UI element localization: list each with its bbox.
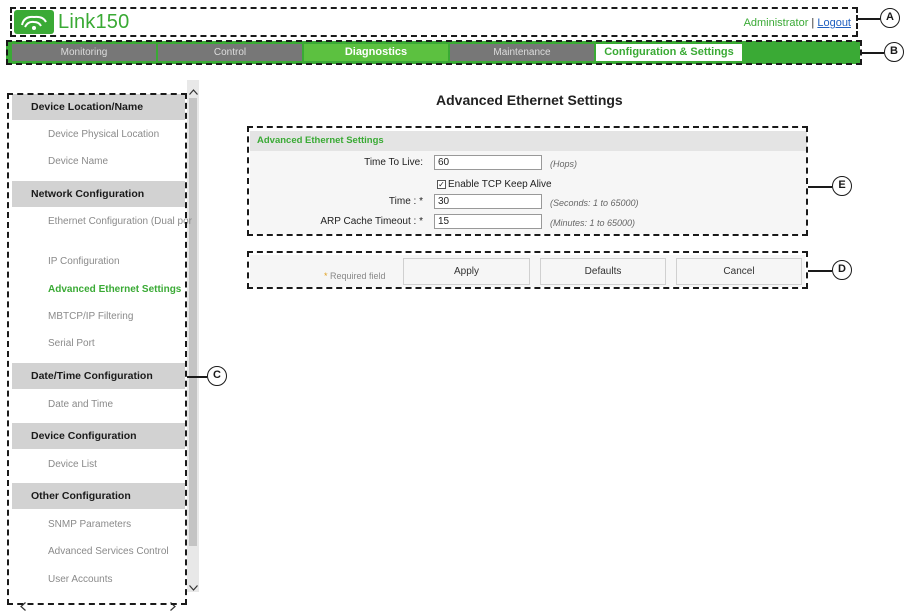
callout-b-leader — [860, 52, 884, 54]
header-bar — [10, 7, 858, 37]
callout-d: D — [832, 260, 852, 280]
tab-diagnostics[interactable]: Diagnostics — [304, 44, 448, 61]
user-area: Administrator | Logout — [744, 17, 851, 29]
user-separator: | — [811, 17, 815, 29]
tab-configuration-settings[interactable]: Configuration & Settings — [596, 44, 742, 61]
callout-c: C — [207, 366, 227, 386]
tab-control[interactable]: Control — [158, 44, 302, 61]
callout-d-leader — [808, 270, 832, 272]
callout-c-leader — [187, 376, 207, 378]
page-title: Advanced Ethernet Settings — [436, 92, 623, 108]
sidebar-outline — [7, 93, 187, 605]
tab-monitoring[interactable]: Monitoring — [12, 44, 156, 61]
callout-e-leader — [808, 186, 832, 188]
user-name: Administrator — [743, 17, 809, 29]
logout-link[interactable]: Logout — [817, 17, 851, 29]
callout-a-leader — [858, 18, 880, 20]
chevron-up-icon[interactable] — [189, 84, 198, 98]
callout-b: B — [884, 42, 904, 62]
tab-maintenance[interactable]: Maintenance — [450, 44, 594, 61]
callout-e: E — [832, 176, 852, 196]
actions-outline — [247, 251, 808, 289]
link150-logo-icon — [14, 10, 54, 34]
app-name: Link150 — [58, 11, 130, 33]
settings-outline — [247, 126, 808, 236]
callout-a: A — [880, 8, 900, 28]
